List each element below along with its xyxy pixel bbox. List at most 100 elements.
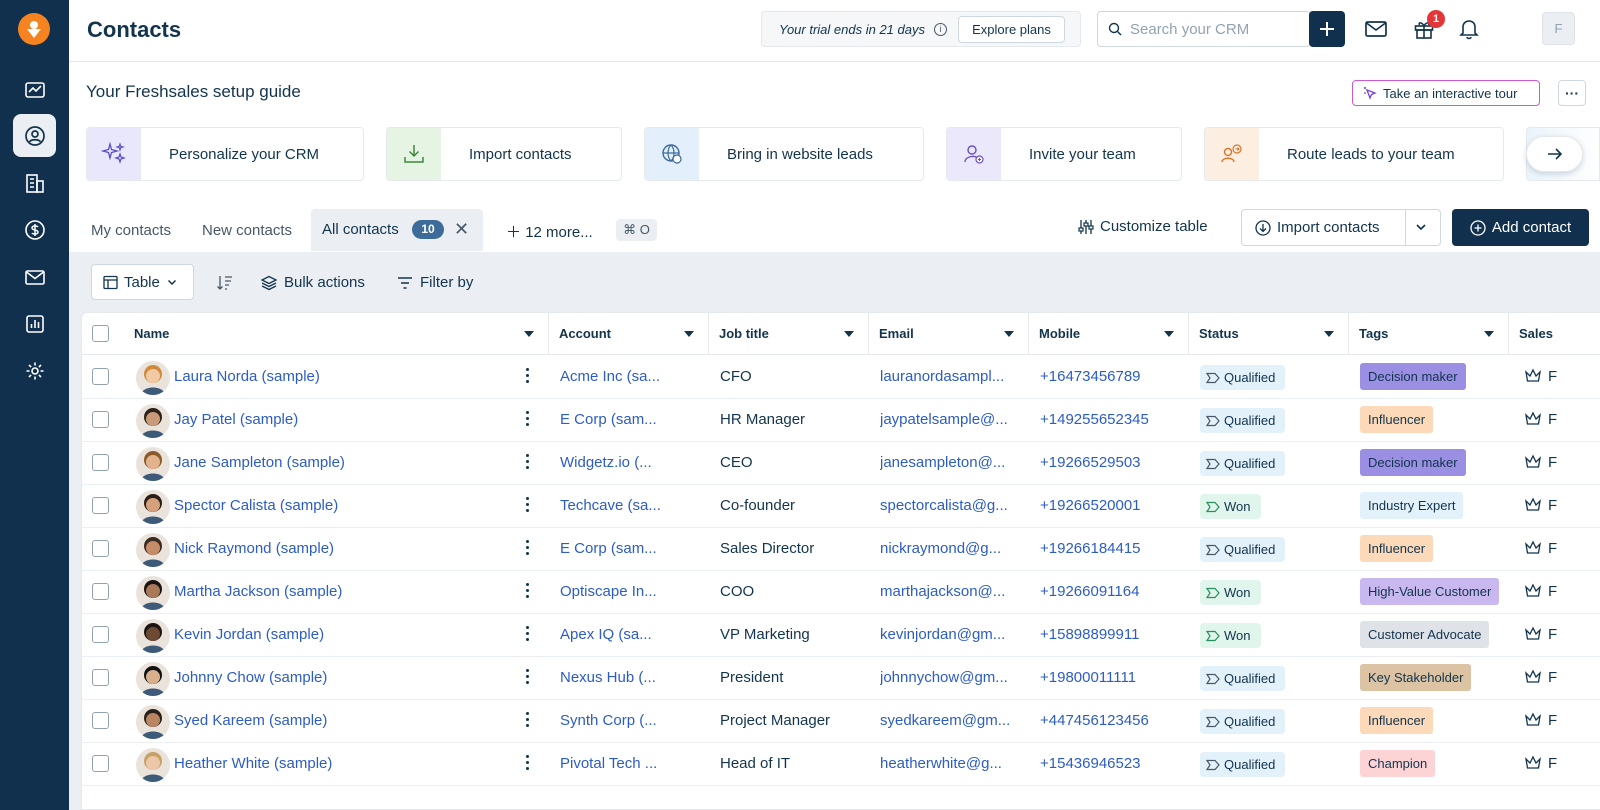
guide-card-route-leads[interactable]: Route leads to your team xyxy=(1204,127,1504,181)
account-link[interactable]: Synth Corp (... xyxy=(560,699,700,742)
mobile-link[interactable]: +19266520001 xyxy=(1040,484,1180,527)
search-input[interactable] xyxy=(1130,19,1300,39)
mobile-link[interactable]: +19266184415 xyxy=(1040,527,1180,570)
table-row[interactable]: Syed Kareem (sample) Synth Corp (... Proje… xyxy=(82,699,1600,743)
row-checkbox[interactable] xyxy=(92,712,109,729)
row-checkbox[interactable] xyxy=(92,411,109,428)
sidebar-item-email[interactable] xyxy=(13,255,56,298)
gift-button[interactable]: 1 xyxy=(1410,10,1445,43)
column-header[interactable]: Email xyxy=(869,313,1029,355)
table-row[interactable]: Kevin Jordan (sample) Apex IQ (sa... VP Ma… xyxy=(82,613,1600,657)
row-checkbox[interactable] xyxy=(92,454,109,471)
status-badge[interactable]: Qualified xyxy=(1200,365,1286,390)
status-badge[interactable]: Qualified xyxy=(1200,451,1286,476)
guide-next-button[interactable] xyxy=(1526,136,1583,172)
user-avatar[interactable]: F xyxy=(1542,12,1575,45)
column-header[interactable]: Tags xyxy=(1349,313,1509,355)
customize-table-button[interactable]: Customize table xyxy=(1078,218,1208,235)
account-link[interactable]: Acme Inc (sa... xyxy=(560,355,700,398)
table-row[interactable]: Jay Patel (sample) E Corp (sam... HR Manag… xyxy=(82,398,1600,442)
tag-badge[interactable]: High-Value Customer xyxy=(1360,578,1500,605)
view-select[interactable]: Table xyxy=(91,264,194,300)
tag-badge[interactable]: Influencer xyxy=(1360,535,1434,562)
row-checkbox[interactable] xyxy=(92,669,109,686)
column-header[interactable]: Account xyxy=(549,313,709,355)
mobile-link[interactable]: +15436946523 xyxy=(1040,742,1180,785)
sort-caret-icon[interactable] xyxy=(1004,331,1014,337)
table-row[interactable]: Heather White (sample) Pivotal Tech ... He… xyxy=(82,742,1600,786)
contact-name-link[interactable]: Jane Sampleton (sample) xyxy=(174,441,514,484)
status-badge[interactable]: Qualified xyxy=(1200,666,1286,691)
tag-badge[interactable]: Champion xyxy=(1360,750,1436,777)
more-actions-icon[interactable] xyxy=(526,454,530,472)
mobile-link[interactable]: +19800011111 xyxy=(1040,656,1180,699)
email-link[interactable]: johnnychow@gm... xyxy=(880,656,1020,699)
quick-add-button[interactable] xyxy=(1309,11,1345,47)
contact-name-link[interactable]: Johnny Chow (sample) xyxy=(174,656,514,699)
freshsales-logo-icon[interactable] xyxy=(18,13,50,45)
contact-name-link[interactable]: Nick Raymond (sample) xyxy=(174,527,514,570)
add-contact-button[interactable]: Add contact xyxy=(1452,209,1589,246)
tag-badge[interactable]: Decision maker xyxy=(1360,363,1466,390)
sidebar-item-settings[interactable] xyxy=(13,349,56,392)
table-row[interactable]: Jane Sampleton (sample) Widgetz.io (... CE… xyxy=(82,441,1600,485)
email-link[interactable]: spectorcalista@g... xyxy=(880,484,1020,527)
sort-button[interactable] xyxy=(216,274,233,291)
status-badge[interactable]: Won xyxy=(1200,580,1261,605)
email-link[interactable]: janesampleton@... xyxy=(880,441,1020,484)
email-link[interactable]: jaypatelsample@... xyxy=(880,398,1020,441)
filter-button[interactable]: Filter by xyxy=(397,274,473,291)
email-link[interactable]: nickraymond@g... xyxy=(880,527,1020,570)
row-checkbox[interactable] xyxy=(92,755,109,772)
table-row[interactable]: Nick Raymond (sample) E Corp (sam... Sales… xyxy=(82,527,1600,571)
mobile-link[interactable]: +19266529503 xyxy=(1040,441,1180,484)
more-actions-icon[interactable] xyxy=(526,411,530,429)
more-views-button[interactable]: ＋ 12 more... xyxy=(506,221,593,242)
mobile-link[interactable]: +149255652345 xyxy=(1040,398,1180,441)
account-link[interactable]: Apex IQ (sa... xyxy=(560,613,700,656)
status-badge[interactable]: Qualified xyxy=(1200,408,1286,433)
table-row[interactable]: Martha Jackson (sample) Optiscape In... CO… xyxy=(82,570,1600,614)
status-badge[interactable]: Won xyxy=(1200,494,1261,519)
column-header[interactable]: Mobile xyxy=(1029,313,1189,355)
guide-card-invite-team[interactable]: Invite your team xyxy=(946,127,1182,181)
column-header[interactable]: Job title xyxy=(709,313,869,355)
row-checkbox[interactable] xyxy=(92,583,109,600)
guide-card-import[interactable]: Import contacts xyxy=(386,127,622,181)
table-row[interactable]: Laura Norda (sample) Acme Inc (sa... CFO la… xyxy=(82,355,1600,399)
notifications-button[interactable] xyxy=(1455,15,1483,43)
more-actions-icon[interactable] xyxy=(526,368,530,386)
tag-badge[interactable]: Customer Advocate xyxy=(1360,621,1490,648)
more-actions-icon[interactable] xyxy=(526,755,530,773)
sort-caret-icon[interactable] xyxy=(1484,331,1494,337)
tab-my-contacts[interactable]: My contacts xyxy=(91,222,171,239)
explore-plans-button[interactable]: Explore plans xyxy=(958,16,1065,43)
more-actions-icon[interactable] xyxy=(526,669,530,687)
more-actions-icon[interactable] xyxy=(526,712,530,730)
account-link[interactable]: Optiscape In... xyxy=(560,570,700,613)
search-box[interactable] xyxy=(1097,11,1311,47)
mobile-link[interactable]: +447456123456 xyxy=(1040,699,1180,742)
column-header[interactable]: Sales xyxy=(1509,313,1600,355)
tag-badge[interactable]: Influencer xyxy=(1360,707,1434,734)
mobile-link[interactable]: +16473456789 xyxy=(1040,355,1180,398)
tag-badge[interactable]: Key Stakeholder xyxy=(1360,664,1472,691)
guide-card-personalize[interactable]: Personalize your CRM xyxy=(86,127,364,181)
import-contacts-button[interactable]: Import contacts xyxy=(1241,209,1441,246)
row-checkbox[interactable] xyxy=(92,626,109,643)
more-actions-icon[interactable] xyxy=(526,583,530,601)
sort-caret-icon[interactable] xyxy=(1324,331,1334,337)
contact-name-link[interactable]: Martha Jackson (sample) xyxy=(174,570,514,613)
account-link[interactable]: Techcave (sa... xyxy=(560,484,700,527)
mail-button[interactable] xyxy=(1362,15,1390,43)
sidebar-item-reports[interactable] xyxy=(13,302,56,345)
tab-new-contacts[interactable]: New contacts xyxy=(202,222,292,239)
sidebar-item-accounts[interactable] xyxy=(13,161,56,204)
mobile-link[interactable]: +15898899911 xyxy=(1040,613,1180,656)
sort-caret-icon[interactable] xyxy=(1164,331,1174,337)
status-badge[interactable]: Qualified xyxy=(1200,709,1286,734)
email-link[interactable]: heatherwhite@g... xyxy=(880,742,1020,785)
sidebar-item-deals[interactable] xyxy=(13,208,56,251)
more-actions-icon[interactable] xyxy=(526,540,530,558)
tab-all-contacts[interactable]: All contacts 10 ✕ xyxy=(311,209,483,251)
